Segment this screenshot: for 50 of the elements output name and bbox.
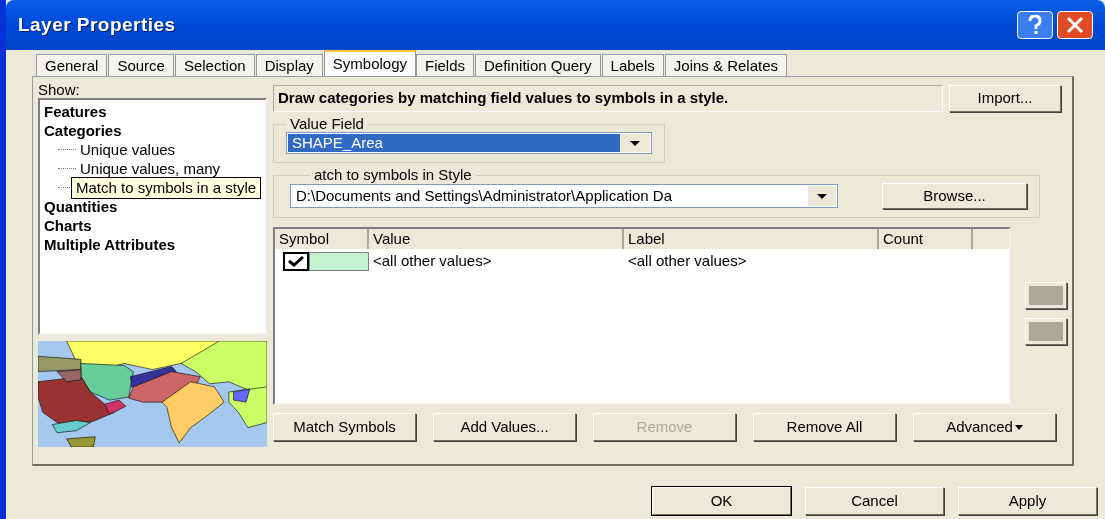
action-button[interactable]: Advanced (913, 413, 1056, 441)
tree-item[interactable]: Categories (44, 121, 122, 140)
description-bar: Draw categories by matching field values to symbols in a style. (273, 85, 943, 112)
import-button[interactable]: Import... (949, 85, 1061, 112)
tab[interactable]: Symbology (323, 50, 416, 76)
tree-item[interactable]: Unique values, many (76, 159, 221, 178)
column-header[interactable]: Count (879, 229, 973, 249)
column-header[interactable]: Symbol (275, 229, 369, 249)
action-button[interactable]: Remove All (753, 413, 896, 441)
group-label: Value Field (289, 116, 365, 132)
dialog-button[interactable]: Cancel (805, 487, 944, 515)
blank-icon (1029, 286, 1063, 305)
group-label: atch to symbols in Style (313, 167, 473, 183)
tab[interactable]: Definition Query (475, 54, 601, 76)
window-title: Layer Properties (18, 12, 176, 37)
tab[interactable]: Labels (601, 54, 664, 76)
tab[interactable]: Selection (174, 54, 255, 76)
action-button[interactable]: Match Symbols (273, 413, 416, 441)
dialog-button[interactable]: OK (652, 487, 791, 515)
check-icon (288, 255, 304, 267)
move-up-button[interactable] (1025, 282, 1067, 309)
column-header[interactable]: Value (369, 229, 624, 249)
caret-icon (1014, 424, 1023, 430)
action-button[interactable]: Add Values... (433, 413, 576, 441)
tab[interactable]: Fields (416, 54, 475, 76)
tree-item[interactable]: Charts (44, 216, 92, 235)
close-icon (1066, 16, 1084, 34)
close-button[interactable] (1057, 11, 1093, 39)
help-icon (1027, 15, 1043, 35)
help-button[interactable] (1017, 11, 1053, 39)
move-down-button[interactable] (1025, 318, 1067, 345)
style-path-dropdown[interactable]: D:\Documents and Settings\Administrator\Application Da (290, 184, 838, 208)
tree-item[interactable]: Unique values (76, 140, 176, 159)
checkbox[interactable] (283, 251, 309, 271)
tab[interactable]: Display (255, 54, 323, 76)
tree-item[interactable]: Features (44, 102, 107, 121)
tab[interactable]: Joins & Relates (664, 54, 787, 76)
show-label: Show: (38, 82, 81, 98)
browse-button[interactable]: Browse... (882, 183, 1027, 209)
value-field-dropdown[interactable]: SHAPE_Area (286, 132, 652, 154)
dialog-button[interactable]: Apply (958, 487, 1097, 515)
tree-item[interactable]: Quantities (44, 197, 118, 216)
table-cell-text: <all other values> (372, 250, 493, 271)
tab[interactable]: Source (108, 54, 174, 76)
blank-icon (1029, 322, 1063, 341)
column-header[interactable]: Label (624, 229, 879, 249)
tooltip: Match to symbols in a style (71, 177, 262, 199)
tab[interactable]: General (36, 54, 108, 76)
table-cell-text: <all other values> (627, 250, 748, 271)
tree-item[interactable]: Multiple Attributes (44, 235, 176, 254)
